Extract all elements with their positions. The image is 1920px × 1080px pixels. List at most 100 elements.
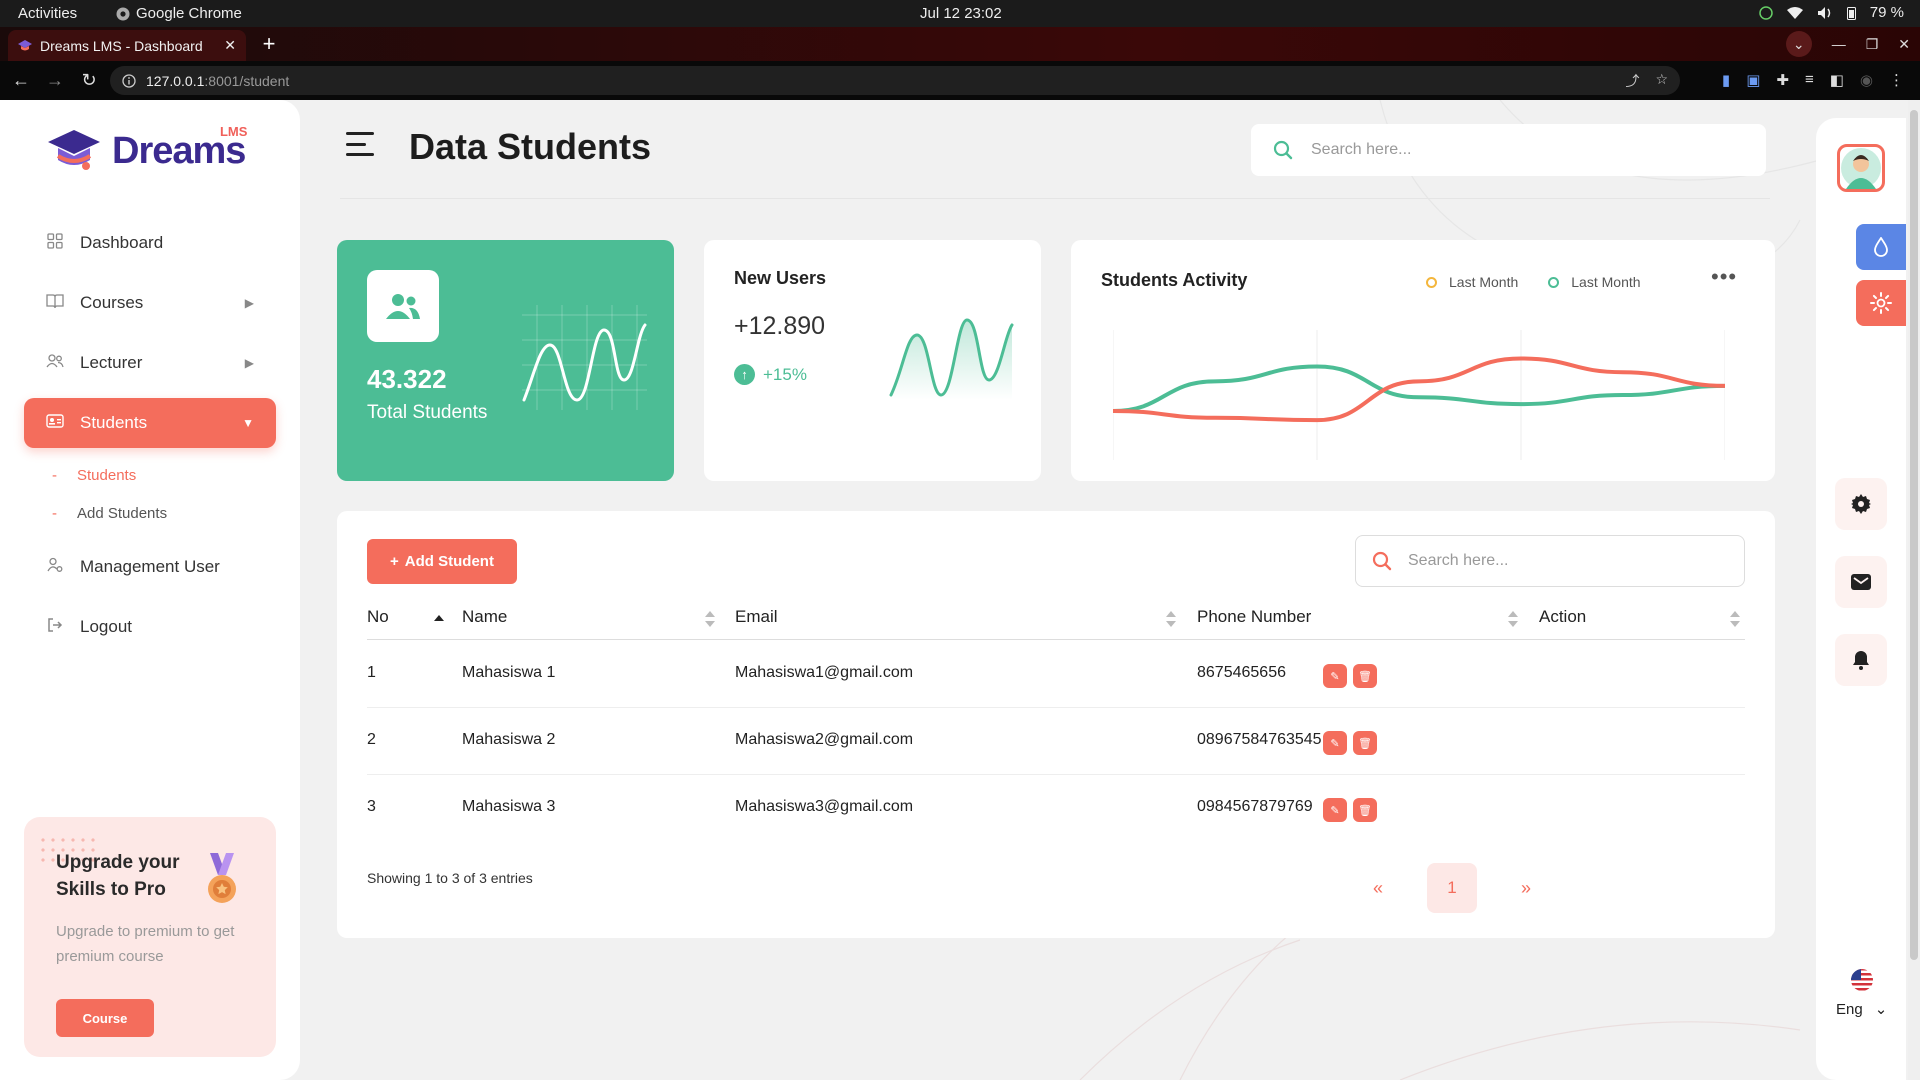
sidebar-item-label: Courses — [80, 293, 144, 312]
more-options-icon[interactable]: ••• — [1711, 264, 1737, 290]
delete-icon[interactable]: 🗑 — [1353, 664, 1377, 688]
header-divider — [340, 198, 1770, 199]
page-scrollbar[interactable] — [1908, 100, 1920, 1080]
settings-button[interactable] — [1835, 478, 1887, 530]
site-info-icon[interactable] — [122, 73, 136, 88]
sort-icon[interactable] — [1508, 611, 1518, 627]
scrollbar-thumb[interactable] — [1910, 110, 1918, 960]
course-button[interactable]: Course — [56, 999, 154, 1037]
legend-dot-icon — [1426, 276, 1437, 288]
chrome-icon — [116, 7, 130, 20]
edit-icon[interactable]: ✎ — [1323, 731, 1347, 755]
share-icon[interactable]: ⤴ — [1625, 71, 1639, 91]
profile-icon[interactable]: ◉ — [1860, 71, 1873, 89]
app-menu[interactable]: Google Chrome — [116, 5, 242, 22]
next-page-icon[interactable]: » — [1513, 878, 1539, 899]
global-search[interactable] — [1251, 124, 1766, 176]
search-icon — [1273, 140, 1293, 160]
sidebar-item-label: Lecturer — [80, 353, 143, 372]
cell-no: 2 — [367, 731, 376, 748]
submenu-item-add-students[interactable]: - Add Students — [52, 494, 276, 532]
sort-asc-icon[interactable] — [434, 611, 444, 627]
delete-icon[interactable]: 🗑 — [1353, 798, 1377, 822]
theme-settings-button[interactable] — [1856, 280, 1906, 326]
sidebar-item-courses[interactable]: Courses ▶ — [24, 278, 276, 328]
new-users-value: +12.890 — [734, 312, 826, 340]
us-flag-icon — [1850, 969, 1873, 991]
restore-icon[interactable]: ❐ — [1866, 36, 1879, 53]
side-panel-icon[interactable]: ◧ — [1830, 71, 1844, 89]
tab-search-icon[interactable]: ⌄ — [1785, 31, 1812, 57]
sidebar-menu: Dashboard Courses ▶ Lecturer ▶ Students … — [24, 218, 276, 662]
total-students-value: 43.322 — [367, 364, 447, 394]
legend-item[interactable]: Last Month — [1548, 274, 1641, 290]
clock[interactable]: Jul 12 23:02 — [920, 5, 1002, 22]
user-cog-icon — [46, 557, 64, 578]
row-actions: ✎ 🗑 — [1323, 798, 1377, 822]
sidebar-item-lecturer[interactable]: Lecturer ▶ — [24, 338, 276, 388]
mail-icon — [1851, 574, 1871, 590]
wifi-icon — [1786, 6, 1803, 19]
page-number[interactable]: 1 — [1427, 863, 1477, 913]
avatar[interactable] — [1837, 144, 1885, 192]
sidebar-item-logout[interactable]: Logout — [24, 602, 276, 652]
pagination: « 1 » — [1365, 863, 1539, 913]
messages-button[interactable] — [1835, 556, 1887, 608]
new-users-change: ↑ +15% — [734, 364, 807, 385]
delete-icon[interactable]: 🗑 — [1353, 731, 1377, 755]
extension-docs-icon[interactable]: ▮ — [1722, 71, 1730, 89]
sort-icon[interactable] — [1166, 611, 1176, 627]
chevron-right-icon: ▶ — [244, 296, 254, 310]
table-search-input[interactable] — [1408, 552, 1708, 570]
update-icon — [1759, 5, 1773, 20]
book-open-icon — [46, 293, 64, 314]
brand-logo[interactable]: Dreams LMS — [46, 124, 247, 176]
new-tab-button[interactable]: + — [256, 32, 282, 58]
browser-tab[interactable]: Dreams LMS - Dashboard ✕ — [8, 30, 246, 61]
address-bar[interactable]: 127.0.0.1:8001/student ⤴ ☆ — [110, 66, 1680, 95]
column-header-name[interactable]: Name — [462, 607, 507, 627]
language-selector[interactable]: Eng ⌄ — [1836, 968, 1887, 1018]
minimize-icon[interactable]: — — [1832, 36, 1846, 52]
sidebar-item-management-user[interactable]: Management User — [24, 542, 276, 592]
graduation-cap-icon — [48, 130, 100, 170]
page-title: Data Students — [409, 126, 652, 167]
tab-close-icon[interactable]: ✕ — [224, 37, 236, 54]
notifications-button[interactable] — [1835, 634, 1887, 686]
column-header-phone[interactable]: Phone Number — [1197, 607, 1311, 627]
column-header-action[interactable]: Action — [1539, 607, 1586, 627]
sort-icon[interactable] — [1730, 611, 1740, 627]
reading-list-icon[interactable]: ≡ — [1805, 71, 1814, 89]
activities-button[interactable]: Activities — [18, 5, 77, 22]
previous-page-icon[interactable]: « — [1365, 878, 1391, 899]
sidebar-item-dashboard[interactable]: Dashboard — [24, 218, 276, 268]
column-header-no[interactable]: No — [367, 607, 389, 627]
forward-icon[interactable]: → — [42, 70, 68, 91]
menu-toggle-icon[interactable] — [346, 132, 374, 156]
bookmark-star-icon[interactable]: ☆ — [1655, 71, 1668, 91]
submenu-dash: - — [52, 466, 57, 484]
sidebar-item-students[interactable]: Students ▼ — [24, 398, 276, 448]
global-search-input[interactable] — [1311, 141, 1711, 159]
table-search[interactable] — [1355, 535, 1745, 587]
new-users-title: New Users — [734, 268, 827, 288]
back-icon[interactable]: ← — [8, 70, 34, 91]
system-tray[interactable]: 79 % — [1759, 4, 1904, 21]
theme-color-button[interactable] — [1856, 224, 1906, 270]
extensions-puzzle-icon[interactable]: ✚ — [1776, 71, 1789, 89]
column-header-email[interactable]: Email — [735, 607, 778, 627]
legend-item[interactable]: Last Month — [1426, 274, 1518, 290]
close-window-icon[interactable]: ✕ — [1898, 36, 1910, 53]
edit-icon[interactable]: ✎ — [1323, 798, 1347, 822]
legend-label: Last Month — [1571, 274, 1641, 290]
extension-translate-icon[interactable]: ▣ — [1746, 71, 1760, 89]
chrome-menu-icon[interactable]: ⋮ — [1889, 71, 1904, 89]
os-top-bar: Activities Google Chrome Jul 12 23:02 79… — [0, 0, 1920, 27]
submenu-dash: - — [52, 504, 57, 522]
submenu-item-students[interactable]: - Students — [52, 456, 276, 494]
add-student-button[interactable]: + Add Student — [367, 539, 517, 584]
reload-icon[interactable]: ↻ — [76, 70, 102, 91]
chevron-right-icon: ▶ — [244, 356, 254, 370]
edit-icon[interactable]: ✎ — [1323, 664, 1347, 688]
sort-icon[interactable] — [705, 611, 715, 627]
